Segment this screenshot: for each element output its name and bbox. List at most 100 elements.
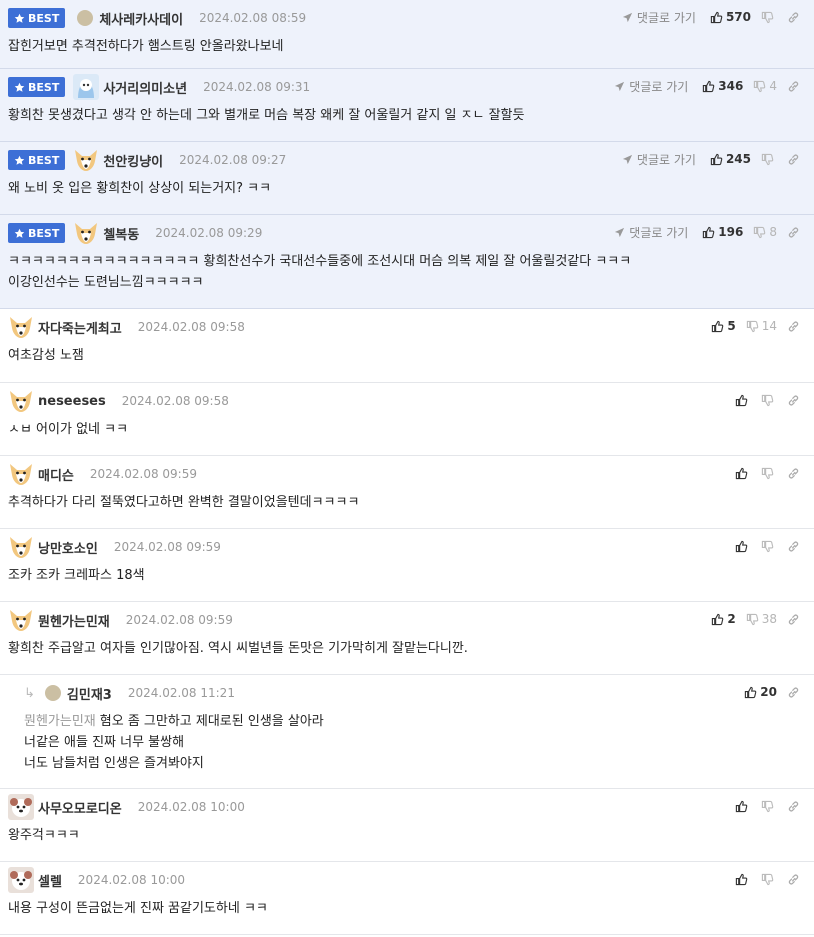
avatar[interactable] [8,461,38,487]
comment-body: 조카 조카 크레파스 18색 [8,565,794,586]
comment-header: BEST 사거리의미소년 2024.02.08 09:31 [8,69,310,105]
comment-line: 황희찬 주급알고 여자들 인기많아짐. 역시 씨벌년들 돈맛은 기가막히게 잘맡… [8,641,468,656]
thumbs-up-icon [735,873,748,886]
comment: BEST 천안킹냥이 2024.02.08 09:27 댓글로 가기 245 왜 노비 옷… [0,142,814,215]
star-icon [14,228,25,239]
comment-body: 왕주걱ㅋㅋㅋ [8,825,794,846]
thumbs-down-icon [746,613,759,626]
mention-nickname[interactable]: 뭔헨가는민재 [24,714,96,729]
downvote-button[interactable] [761,540,777,553]
downvote-button[interactable]: 38 [746,612,777,626]
copy-link-button[interactable] [787,11,800,24]
upvote-button[interactable]: 346 [702,79,743,93]
nickname[interactable]: 첼복동 [103,224,139,243]
downvote-count: 38 [761,612,777,626]
upvote-button[interactable]: 2 [711,612,736,626]
star-icon [14,13,25,24]
upvote-button[interactable]: 196 [702,225,743,239]
downvote-button[interactable]: 8 [753,225,777,239]
nickname[interactable]: 김민재3 [67,684,112,703]
upvote-button[interactable] [735,394,751,407]
copy-link-button[interactable] [787,394,800,407]
send-icon [622,12,633,23]
avatar[interactable] [77,10,94,26]
nickname[interactable]: neseeses [38,394,106,409]
comment-body: 뭔헨가는민재 혐오 좀 그만하고 제대로된 인생을 살아라 너같은 애들 진짜 너무… [24,711,794,774]
link-icon [787,394,800,407]
comment-header: BEST 체사레카사데이 2024.02.08 08:59 [8,0,306,36]
nickname[interactable]: 체사레카사데이 [99,9,183,28]
copy-link-button[interactable] [787,613,800,626]
downvote-button[interactable] [761,153,777,166]
comment-header: BEST 첼복동 2024.02.08 09:29 [8,215,262,251]
comment-actions: 2 38 [707,602,800,636]
downvote-button[interactable] [761,800,777,813]
avatar[interactable] [8,314,38,340]
nickname[interactable]: 낭만호소인 [38,538,98,557]
upvote-count: 5 [727,319,736,333]
copy-link-button[interactable] [787,800,800,813]
copy-link-button[interactable] [787,873,800,886]
upvote-button[interactable] [735,873,751,886]
goto-reply-button[interactable]: 댓글로 가기 [614,78,688,95]
avatar[interactable] [44,685,61,701]
avatar[interactable] [8,534,38,560]
reply-comment: ↳ 김민재3 2024.02.08 11:21 20 뭔헨가는민재 혐오 좀 그만하고 제… [0,675,814,789]
copy-link-button[interactable] [787,540,800,553]
star-icon [14,155,25,166]
comment-list: BEST 체사레카사데이 2024.02.08 08:59 댓글로 가기 570 잡힌거보… [0,0,814,935]
downvote-button[interactable] [761,394,777,407]
avatar[interactable] [8,867,38,893]
comment-body: 황희찬 못생겼다고 생각 안 하는데 그와 별개로 머슴 복장 왜케 잘 어울릴… [8,105,794,126]
avatar[interactable] [8,794,38,820]
avatar[interactable] [73,74,103,100]
nickname[interactable]: 사무오모로디온 [38,798,122,817]
comment-date: 2024.02.08 10:00 [77,873,186,887]
comment-date: 2024.02.08 09:59 [113,540,221,554]
avatar[interactable] [8,607,38,633]
nickname[interactable]: 셀렐 [38,871,62,890]
comment-actions: 20 [740,675,800,709]
upvote-button[interactable] [735,800,751,813]
comment-body: 내용 구성이 뜬금없는게 진짜 꿈같기도하네 ㅋㅋ [8,898,794,919]
goto-reply-button[interactable]: 댓글로 가기 [622,151,696,168]
copy-link-button[interactable] [787,467,800,480]
comment-date: 2024.02.08 09:31 [203,80,311,94]
avatar[interactable] [8,388,38,414]
thumbs-down-icon [761,394,774,407]
send-icon [622,154,633,165]
upvote-button[interactable]: 20 [744,685,777,699]
link-icon [787,800,800,813]
nickname[interactable]: 사거리의미소년 [103,78,187,97]
copy-link-button[interactable] [787,153,800,166]
downvote-button[interactable]: 14 [746,319,777,333]
comment: 셀렐 2024.02.08 10:00 내용 구성이 뜬금없는게 진짜 꿈같기도하네… [0,862,814,935]
thumbs-up-icon [735,394,748,407]
goto-reply-button[interactable]: 댓글로 가기 [614,224,688,241]
upvote-button[interactable]: 5 [711,319,736,333]
nickname[interactable]: 자다죽는게최고 [38,318,122,337]
upvote-button[interactable] [735,467,751,480]
downvote-button[interactable] [761,467,777,480]
comment-body: 잡힌거보면 추격전하다가 햄스트링 안올라왔나보네 [8,36,794,57]
copy-link-button[interactable] [787,686,800,699]
copy-link-button[interactable] [787,320,800,333]
goto-reply-button[interactable]: 댓글로 가기 [622,9,696,26]
copy-link-button[interactable] [787,80,800,93]
avatar[interactable] [73,220,103,246]
link-icon [787,153,800,166]
link-icon [787,540,800,553]
avatar[interactable] [73,147,103,173]
downvote-button[interactable] [761,11,777,24]
thumbs-up-icon [735,800,748,813]
nickname[interactable]: 뭔헨가는민재 [38,611,110,630]
downvote-button[interactable] [761,873,777,886]
nickname[interactable]: 천안킹냥이 [103,151,163,170]
upvote-button[interactable] [735,540,751,553]
nickname[interactable]: 매디슨 [38,465,74,484]
downvote-button[interactable]: 4 [753,79,777,93]
upvote-count: 346 [718,79,744,93]
upvote-button[interactable]: 570 [710,10,751,24]
copy-link-button[interactable] [787,226,800,239]
upvote-button[interactable]: 245 [710,152,751,166]
